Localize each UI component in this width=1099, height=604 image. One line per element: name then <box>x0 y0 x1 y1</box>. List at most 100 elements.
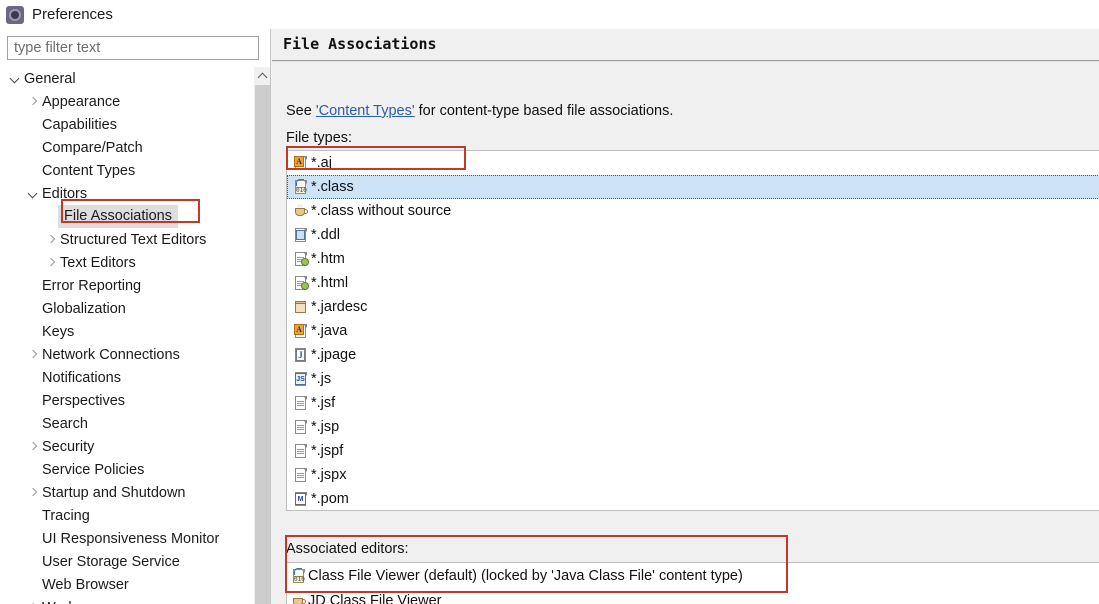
file-type-row[interactable]: *.jardesc <box>287 295 1099 319</box>
sidebar-item-file-associations[interactable]: File Associations <box>0 205 245 228</box>
chevron-right-icon[interactable] <box>44 233 58 247</box>
file-type-row[interactable]: JS *.js <box>287 367 1099 391</box>
file-type-label: *.jsp <box>311 419 340 435</box>
chevron-right-icon[interactable] <box>26 348 40 362</box>
sidebar-item-appearance[interactable]: Appearance <box>0 90 245 113</box>
file-type-row[interactable]: *.jspx <box>287 463 1099 487</box>
sidebar-item-label: User Storage Service <box>42 553 180 570</box>
sidebar-item-workspace[interactable]: Workspace <box>0 596 245 604</box>
sidebar-item-label: Notifications <box>42 369 121 386</box>
sidebar-item-keys[interactable]: Keys <box>0 320 245 343</box>
sidebar-item-network-connections[interactable]: Network Connections <box>0 343 245 366</box>
associated-editors-label: Associated editors: <box>286 541 409 557</box>
file-type-label: *.jardesc <box>311 299 368 315</box>
chevron-right-icon[interactable] <box>44 256 58 270</box>
sidebar-item-label: Capabilities <box>42 116 117 133</box>
file-type-row[interactable]: *.htm <box>287 247 1099 271</box>
sidebar-item-compare-patch[interactable]: Compare/Patch <box>0 136 245 159</box>
jpage-file-icon: J <box>293 347 309 363</box>
sidebar-item-label: Security <box>42 438 95 455</box>
filter-input[interactable] <box>7 36 259 60</box>
file-type-row[interactable]: *.html <box>287 271 1099 295</box>
sidebar-item-security[interactable]: Security <box>0 435 245 458</box>
scroll-up-chevron-up-icon[interactable] <box>254 67 271 84</box>
file-type-row[interactable]: J *.jpage <box>287 343 1099 367</box>
file-type-label: *.java <box>311 323 348 339</box>
file-type-row[interactable]: A *.java <box>287 319 1099 343</box>
window-title: Preferences <box>32 5 113 23</box>
sidebar-item-label: Compare/Patch <box>42 139 143 156</box>
preferences-tree[interactable]: General Appearance Capabilities Compare/Pat… <box>0 67 245 604</box>
html-file-icon <box>293 251 309 267</box>
preferences-content-pane: File Associations See 'Content Types' fo… <box>270 29 1099 604</box>
chevron-down-icon[interactable] <box>26 187 40 201</box>
sidebar-item-tracing[interactable]: Tracing <box>0 504 245 527</box>
file-type-label: *.js <box>311 371 332 387</box>
associated-editors-list[interactable]: 010 Class File Viewer (default) (locked b… <box>286 562 1099 604</box>
associated-editor-row[interactable]: 010 Class File Viewer (default) (locked b… <box>287 563 1099 588</box>
sidebar-item-label: Tracing <box>42 507 90 524</box>
file-type-row[interactable]: *.class without source <box>287 199 1099 223</box>
sidebar-item-content-types[interactable]: Content Types <box>0 159 245 182</box>
file-type-label: *.aj <box>311 155 332 171</box>
sidebar-item-general[interactable]: General <box>0 67 245 90</box>
html-file-icon <box>293 275 309 291</box>
coffee-cup-icon <box>293 203 309 219</box>
sidebar-item-editors[interactable]: Editors <box>0 182 245 205</box>
file-type-row[interactable]: *.jsf <box>287 391 1099 415</box>
file-type-row[interactable]: 010 *.class <box>287 175 1099 199</box>
sidebar-item-structured-text-editors[interactable]: Structured Text Editors <box>0 228 245 251</box>
sidebar-item-user-storage-service[interactable]: User Storage Service <box>0 550 245 573</box>
file-type-row[interactable]: *.jsp <box>287 415 1099 439</box>
sidebar-item-label: File Associations <box>58 205 178 228</box>
sidebar-item-service-policies[interactable]: Service Policies <box>0 458 245 481</box>
file-type-label: *.jspx <box>311 467 347 483</box>
sidebar-item-error-reporting[interactable]: Error Reporting <box>0 274 245 297</box>
file-type-row[interactable]: *.jspf <box>287 439 1099 463</box>
scrollbar-thumb[interactable] <box>255 85 270 604</box>
file-types-list[interactable]: A *.aj 010 *.class *.class without source *.d… <box>286 150 1099 511</box>
chevron-right-icon[interactable] <box>26 440 40 454</box>
sidebar-item-notifications[interactable]: Notifications <box>0 366 245 389</box>
sidebar-scrollbar[interactable] <box>253 67 271 604</box>
chevron-right-icon[interactable] <box>26 601 40 604</box>
file-type-row[interactable]: M *.pom <box>287 487 1099 510</box>
associated-editor-label: JD Class File Viewer <box>308 592 442 604</box>
sidebar-item-perspectives[interactable]: Perspectives <box>0 389 245 412</box>
coffee-cup-icon <box>291 593 307 604</box>
sidebar-item-ui-responsiveness-monitor[interactable]: UI Responsiveness Monitor <box>0 527 245 550</box>
chevron-right-icon[interactable] <box>26 95 40 109</box>
file-type-row[interactable]: A *.aj <box>287 151 1099 175</box>
sidebar-item-capabilities[interactable]: Capabilities <box>0 113 245 136</box>
page-title-bar: File Associations <box>272 29 1099 62</box>
sidebar-item-globalization[interactable]: Globalization <box>0 297 245 320</box>
chevron-right-icon[interactable] <box>26 486 40 500</box>
sidebar-item-text-editors[interactable]: Text Editors <box>0 251 245 274</box>
aspectj-file-icon: A <box>293 155 309 171</box>
file-type-label: *.class without source <box>311 203 452 219</box>
sidebar-item-label: Search <box>42 415 88 432</box>
window-titlebar: Preferences <box>0 0 1099 29</box>
preferences-gear-icon <box>6 5 24 24</box>
sidebar-item-startup-and-shutdown[interactable]: Startup and Shutdown <box>0 481 245 504</box>
file-types-label: File types: <box>286 130 353 146</box>
preferences-sidebar: General Appearance Capabilities Compare/Pat… <box>0 29 271 604</box>
file-type-row[interactable]: *.ddl <box>287 223 1099 247</box>
associated-editor-row[interactable]: JD Class File Viewer <box>287 588 1099 604</box>
preferences-dialog: Preferences General Appearance Capabilitie… <box>0 0 1099 604</box>
jar-descriptor-icon <box>293 299 309 315</box>
sidebar-item-web-browser[interactable]: Web Browser <box>0 573 245 596</box>
chevron-down-icon[interactable] <box>8 72 22 86</box>
sidebar-item-search[interactable]: Search <box>0 412 245 435</box>
page-title: File Associations <box>283 35 437 53</box>
content-types-link[interactable]: 'Content Types' <box>316 103 415 119</box>
